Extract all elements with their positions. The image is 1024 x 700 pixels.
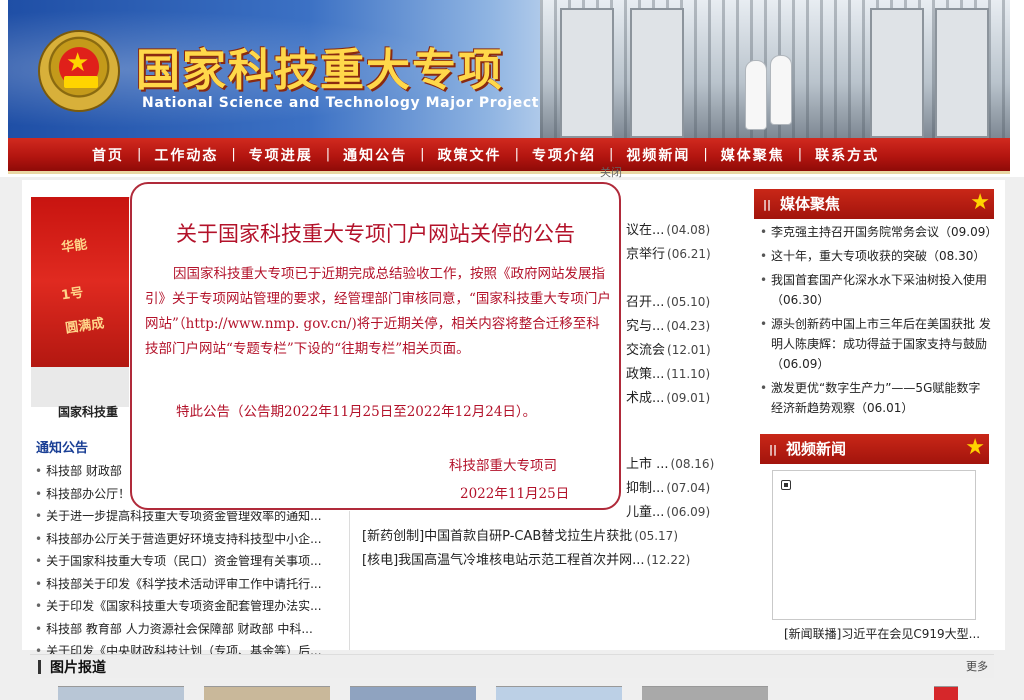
national-emblem-icon: ★ (38, 30, 120, 112)
list-item[interactable]: 召开... (05.10) (626, 290, 736, 314)
media-panel-title[interactable]: 媒体聚焦 (780, 195, 840, 213)
play-icon[interactable] (781, 480, 791, 490)
list-item[interactable]: • 关于印发《国家科技重大专项资金配套管理办法实... (35, 595, 335, 618)
thumbnail[interactable] (642, 686, 768, 700)
photo-text: 华能 (60, 237, 89, 256)
picture-report-bar: 图片报道 更多 (30, 654, 994, 678)
banner-person (770, 55, 792, 125)
nav-item-contact[interactable]: 联系方式 (815, 145, 879, 165)
list-item[interactable]: • 激发更优“数字生产力”——5G赋能数字经济新趋势观察（06.01） (760, 378, 992, 418)
list-item[interactable]: • 这十年，重大专项收获的突破（08.30） (760, 246, 992, 266)
photo-caption[interactable]: 国家科技重 (58, 403, 118, 420)
notices-title[interactable]: 通知公告 (36, 437, 88, 456)
site-subtitle: National Science and Technology Major Pr… (142, 95, 540, 111)
list-item[interactable]: • 科技部 教育部 人力资源社会保障部 财政部 中科... (35, 618, 335, 641)
server-rack (935, 8, 989, 138)
progress-list-top: 议在... (04.08) 京举行 (06.21) 召开... (05.10) 究与.… (626, 218, 736, 410)
announcement-modal[interactable]: 关于国家科技重大专项门户网站关停的公告 因国家科技重大专项已于近期完成总结验收工… (130, 182, 621, 510)
modal-date: 2022年11月25日 (460, 486, 570, 502)
picture-thumbnails (58, 686, 958, 700)
thumbnail[interactable] (350, 686, 476, 700)
thumbnail[interactable] (58, 686, 184, 700)
star-icon: ★ (965, 435, 985, 460)
server-rack (630, 8, 684, 138)
video-panel-title[interactable]: 视频新闻 (786, 440, 846, 458)
nav-item-notices[interactable]: 通知公告 (343, 145, 407, 165)
picture-report-title: 图片报道 (50, 660, 106, 676)
list-item[interactable]: • 关于国家科技重大专项（民口）资金管理有关事项... (35, 550, 335, 573)
progress-list-bottom-partial: 上市 ... (08.16) 抑制... (07.04) 儿童... (06.09) (626, 452, 736, 524)
modal-body: 因国家科技重大专项已于近期完成总结验收工作，按照《政府网站发展指引》关于专项网站… (145, 266, 611, 357)
list-item[interactable]: [新药创制]中国首款自研P-CAB替戈拉生片获批 (05.17) (362, 524, 732, 548)
site-title: 国家科技重大专项 (136, 45, 504, 96)
star-icon: ★ (970, 190, 990, 215)
bars-icon: || (763, 198, 772, 211)
nav-item-video-news[interactable]: 视频新闻 (626, 145, 690, 165)
list-item[interactable]: 议在... (04.08) (626, 218, 736, 242)
thumbnail[interactable] (934, 686, 958, 700)
list-item[interactable]: 抑制... (07.04) (626, 476, 736, 500)
server-rack (560, 8, 614, 138)
nav-item-media[interactable]: 媒体聚焦 (721, 145, 785, 165)
photo-text: 1号 (60, 285, 85, 304)
progress-list-bottom: [新药创制]中国首款自研P-CAB替戈拉生片获批 (05.17) [核电]我国高温… (362, 524, 732, 572)
main-nav: 首页 | 工作动态 | 专项进展 | 通知公告 | 政策文件 | 专项介绍 | 视频新闻 | … (8, 138, 1010, 174)
more-link[interactable]: 更多 (966, 658, 988, 674)
list-item[interactable]: • 我国首套国产化深水水下采油树投入使用（06.30） (760, 270, 992, 310)
modal-title: 关于国家科技重大专项门户网站关停的公告 (176, 222, 575, 246)
nav-item-work-news[interactable]: 工作动态 (154, 145, 218, 165)
photo-text: 圆满成 (64, 316, 106, 337)
thumbnail[interactable] (204, 686, 330, 700)
list-item[interactable]: 京举行 (06.21) (626, 242, 736, 266)
nav-item-policies[interactable]: 政策文件 (438, 145, 502, 165)
list-item[interactable]: [核电]我国高温气冷堆核电站示范工程首次并网... (12.22) (362, 548, 732, 572)
header-banner: ★ 国家科技重大专项 National Science and Technolo… (8, 0, 1010, 138)
video-panel-header: || 视频新闻 ★ (760, 434, 989, 464)
close-hint[interactable]: 关闭 (600, 164, 622, 180)
list-item[interactable]: • 科技部办公厅关于营造更好环境支持科技型中小企... (35, 528, 335, 551)
list-item[interactable]: 政策... (11.10) (626, 362, 736, 386)
bars-icon: || (769, 443, 778, 456)
server-rack (870, 8, 924, 138)
nav-item-introduction[interactable]: 专项介绍 (532, 145, 596, 165)
nav-item-home[interactable]: 首页 (92, 145, 124, 165)
thumbnail[interactable] (496, 686, 622, 700)
banner-person (745, 60, 767, 130)
list-item[interactable]: 儿童... (06.09) (626, 500, 736, 524)
list-item[interactable]: • 科技部关于印发《科学技术活动评审工作中请托行... (35, 573, 335, 596)
video-player[interactable] (772, 470, 976, 620)
nav-item-progress[interactable]: 专项进展 (249, 145, 313, 165)
list-item[interactable]: 究与... (04.23) (626, 314, 736, 338)
featured-photo[interactable]: 华能 1号 圆满成 (31, 197, 131, 407)
list-item[interactable]: • 源头创新药中国上市三年后在美国获批 发明人陈庚辉：成功得益于国家支持与鼓励（0… (760, 314, 992, 374)
list-item[interactable]: 术成... (09.01) (626, 386, 736, 410)
modal-signer: 科技部重大专项司 (449, 458, 557, 474)
video-caption[interactable]: [新闻联播]习近平在会见C919大型... (784, 625, 980, 642)
media-panel-header: || 媒体聚焦 ★ (754, 189, 994, 219)
list-item[interactable]: 上市 ... (08.16) (626, 452, 736, 476)
media-list: • 李克强主持召开国务院常务会议（09.09） • 这十年，重大专项收获的突破（08… (760, 222, 997, 422)
list-item (626, 266, 736, 290)
list-item[interactable]: • 李克强主持召开国务院常务会议（09.09） (760, 222, 997, 242)
modal-note: 特此公告（公告期2022年11月25日至2022年12月24日）。 (176, 404, 537, 420)
list-item[interactable]: 交流会 (12.01) (626, 338, 736, 362)
banner-server-room-image (540, 0, 1010, 138)
